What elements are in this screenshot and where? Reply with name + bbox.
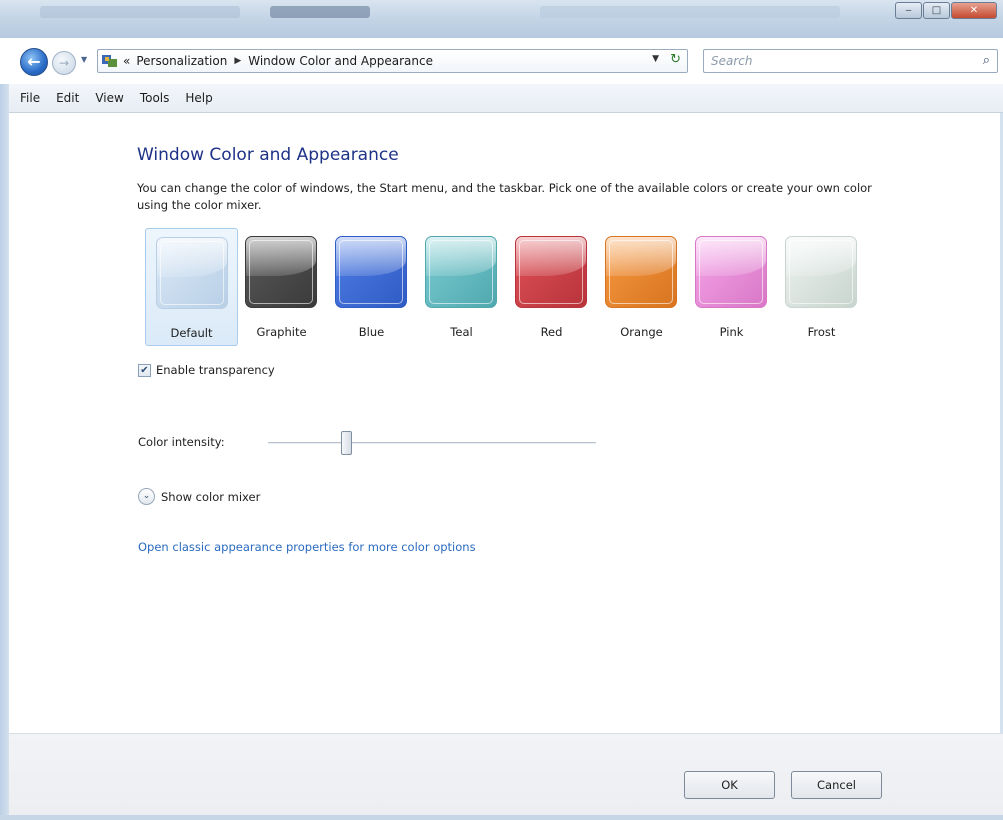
swatch-red[interactable]: Red bbox=[505, 228, 598, 346]
blurred-title-strip bbox=[40, 6, 240, 18]
color-chip bbox=[605, 236, 677, 308]
control-panel-icon bbox=[102, 54, 118, 68]
swatch-label: Orange bbox=[620, 325, 663, 339]
breadcrumb-personalization[interactable]: Personalization bbox=[136, 54, 227, 68]
color-chip bbox=[785, 236, 857, 308]
swatch-blue[interactable]: Blue bbox=[325, 228, 418, 346]
enable-transparency-option[interactable]: ✔ Enable transparency bbox=[138, 363, 275, 377]
close-button[interactable]: ✕ bbox=[951, 2, 997, 19]
swatch-label: Graphite bbox=[256, 325, 307, 339]
menu-help[interactable]: Help bbox=[185, 91, 212, 105]
blurred-title-strip bbox=[270, 6, 370, 18]
window-frame-bottom bbox=[0, 815, 1003, 820]
menu-view[interactable]: View bbox=[95, 91, 123, 105]
breadcrumb-window-color[interactable]: Window Color and Appearance bbox=[248, 54, 433, 68]
color-chip bbox=[515, 236, 587, 308]
slider-thumb[interactable] bbox=[341, 431, 353, 455]
breadcrumb-overflow[interactable]: « bbox=[123, 54, 130, 68]
page-description: You can change the color of windows, the… bbox=[137, 181, 872, 212]
color-swatch-row: Default Graphite Blue Teal Red Orange Pi… bbox=[143, 228, 863, 346]
minimize-icon: ‒ bbox=[905, 5, 912, 16]
breadcrumb-separator-icon[interactable]: ▶ bbox=[234, 56, 241, 66]
color-mixer-label: Show color mixer bbox=[161, 489, 261, 504]
refresh-icon[interactable]: ↻ bbox=[670, 52, 681, 67]
close-icon: ✕ bbox=[969, 5, 979, 16]
forward-button[interactable]: → bbox=[52, 51, 76, 75]
blurred-title-strip bbox=[540, 6, 840, 18]
swatch-label: Default bbox=[170, 326, 213, 340]
window-frame-left bbox=[0, 84, 9, 820]
color-chip bbox=[425, 236, 497, 308]
chevron-down-icon[interactable]: ⌄ bbox=[138, 488, 155, 505]
swatch-label: Frost bbox=[807, 325, 836, 339]
color-chip bbox=[245, 236, 317, 308]
transparency-checkbox[interactable]: ✔ bbox=[138, 363, 151, 377]
swatch-frost[interactable]: Frost bbox=[775, 228, 868, 346]
navigation-bar: ← → ▼ « Personalization ▶ Window Color a… bbox=[0, 44, 1003, 78]
swatch-label: Red bbox=[540, 325, 563, 339]
chevron-down-icon: ▼ bbox=[81, 55, 88, 64]
page-title: Window Color and Appearance bbox=[137, 145, 399, 165]
back-arrow-icon: ← bbox=[27, 52, 41, 71]
color-chip bbox=[156, 237, 228, 309]
ok-button[interactable]: OK bbox=[684, 771, 775, 799]
swatch-graphite[interactable]: Graphite bbox=[235, 228, 328, 346]
title-bar: ‒ □ ✕ bbox=[0, 0, 1003, 38]
address-dropdown-icon[interactable]: ▼ bbox=[652, 54, 659, 64]
cancel-button[interactable]: Cancel bbox=[791, 771, 882, 799]
swatch-teal[interactable]: Teal bbox=[415, 228, 508, 346]
checkmark-icon: ✔ bbox=[140, 364, 149, 376]
swatch-pink[interactable]: Pink bbox=[685, 228, 778, 346]
classic-appearance-link[interactable]: Open classic appearance properties for m… bbox=[138, 540, 476, 554]
show-color-mixer-toggle[interactable]: ⌄ Show color mixer bbox=[138, 488, 260, 505]
menu-edit[interactable]: Edit bbox=[56, 91, 79, 105]
back-button[interactable]: ← bbox=[20, 48, 48, 76]
menu-bar: File Edit View Tools Help bbox=[9, 84, 1003, 113]
swatch-label: Teal bbox=[450, 325, 473, 339]
recent-pages-button[interactable]: ▼ bbox=[81, 55, 87, 64]
window-controls: ‒ □ ✕ bbox=[895, 2, 997, 19]
color-chip bbox=[695, 236, 767, 308]
search-input[interactable]: Search ⌕ bbox=[703, 49, 998, 73]
swatch-label: Pink bbox=[719, 325, 744, 339]
swatch-label: Blue bbox=[358, 325, 385, 339]
maximize-icon: □ bbox=[931, 5, 942, 16]
forward-arrow-icon: → bbox=[58, 56, 70, 70]
swatch-orange[interactable]: Orange bbox=[595, 228, 688, 346]
address-bar[interactable]: « Personalization ▶ Window Color and App… bbox=[97, 49, 688, 73]
color-chip bbox=[335, 236, 407, 308]
swatch-default[interactable]: Default bbox=[145, 228, 238, 346]
menu-tools[interactable]: Tools bbox=[140, 91, 170, 105]
minimize-button[interactable]: ‒ bbox=[895, 2, 922, 19]
search-icon[interactable]: ⌕ bbox=[983, 53, 990, 68]
color-intensity-slider[interactable] bbox=[268, 442, 596, 444]
search-placeholder: Search bbox=[711, 54, 753, 68]
menu-file[interactable]: File bbox=[20, 91, 40, 105]
transparency-label: Enable transparency bbox=[156, 363, 275, 377]
color-intensity-label: Color intensity: bbox=[138, 435, 225, 449]
maximize-button[interactable]: □ bbox=[923, 2, 950, 19]
